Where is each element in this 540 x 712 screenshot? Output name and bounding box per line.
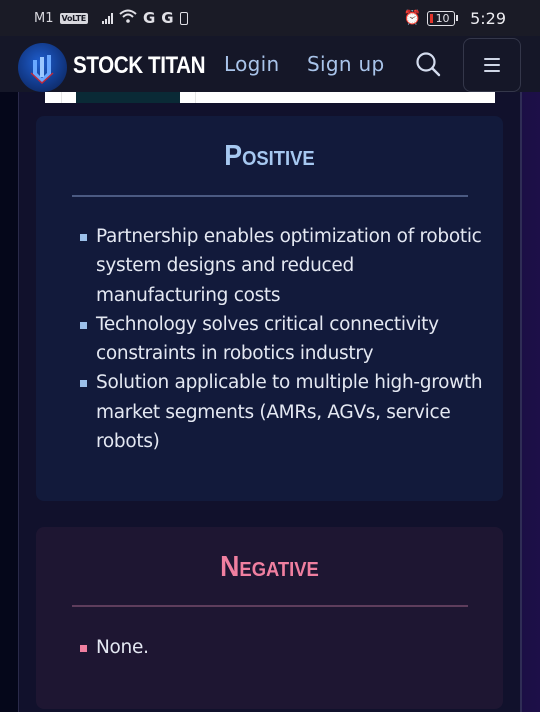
status-bar-left: M1 VoLTE G G — [34, 9, 188, 27]
clock: 5:29 — [470, 8, 506, 28]
carrier-label: M1 — [34, 10, 54, 26]
top-nav: STOCK TITAN Login Sign up — [0, 36, 540, 92]
negative-list: None. — [80, 633, 483, 662]
wifi-icon — [119, 9, 137, 27]
signup-link[interactable]: Sign up — [307, 52, 384, 76]
search-icon[interactable] — [414, 50, 442, 78]
volte-badge: VoLTE — [59, 12, 88, 24]
list-item: Partnership enables optimization of robo… — [80, 222, 483, 310]
list-item: Solution applicable to multiple high-gro… — [80, 368, 483, 456]
positive-divider — [72, 195, 468, 197]
negative-divider — [72, 605, 468, 607]
bullet-icon — [80, 380, 87, 388]
battery-icon: 10 — [427, 10, 459, 26]
hamburger-menu-icon — [484, 54, 500, 76]
stock-titan-logo-icon[interactable] — [18, 43, 67, 92]
content-border-right — [520, 92, 522, 712]
partial-content-strip — [45, 92, 495, 103]
status-bar-right: ⏰ 10 5:29 — [404, 9, 506, 28]
positive-list: Partnership enables optimization of robo… — [80, 222, 483, 456]
g-network-icon: G — [161, 9, 174, 27]
login-link[interactable]: Login — [224, 52, 279, 76]
brand-name[interactable]: STOCK TITAN — [73, 52, 206, 80]
content-border-left — [18, 92, 19, 712]
bullet-icon — [80, 645, 87, 652]
menu-button[interactable] — [463, 38, 521, 92]
bullet-icon — [80, 234, 87, 241]
alarm-icon: ⏰ — [403, 10, 422, 26]
status-bar: M1 VoLTE G G ⏰ 10 5:29 — [0, 0, 540, 36]
g-network-icon: G — [142, 9, 156, 27]
signal-icon — [101, 12, 113, 24]
bullet-icon — [80, 321, 87, 329]
battery-level: 10 — [435, 11, 450, 25]
list-item: Technology solves critical connectivity … — [80, 310, 483, 369]
negative-card: Negative None. — [36, 527, 503, 709]
phone-battery-icon — [179, 11, 188, 25]
negative-title: Negative — [220, 551, 319, 583]
positive-card: Positive Partnership enables optimizatio… — [36, 116, 503, 501]
positive-title: Positive — [224, 140, 315, 172]
list-item: None. — [80, 633, 483, 662]
